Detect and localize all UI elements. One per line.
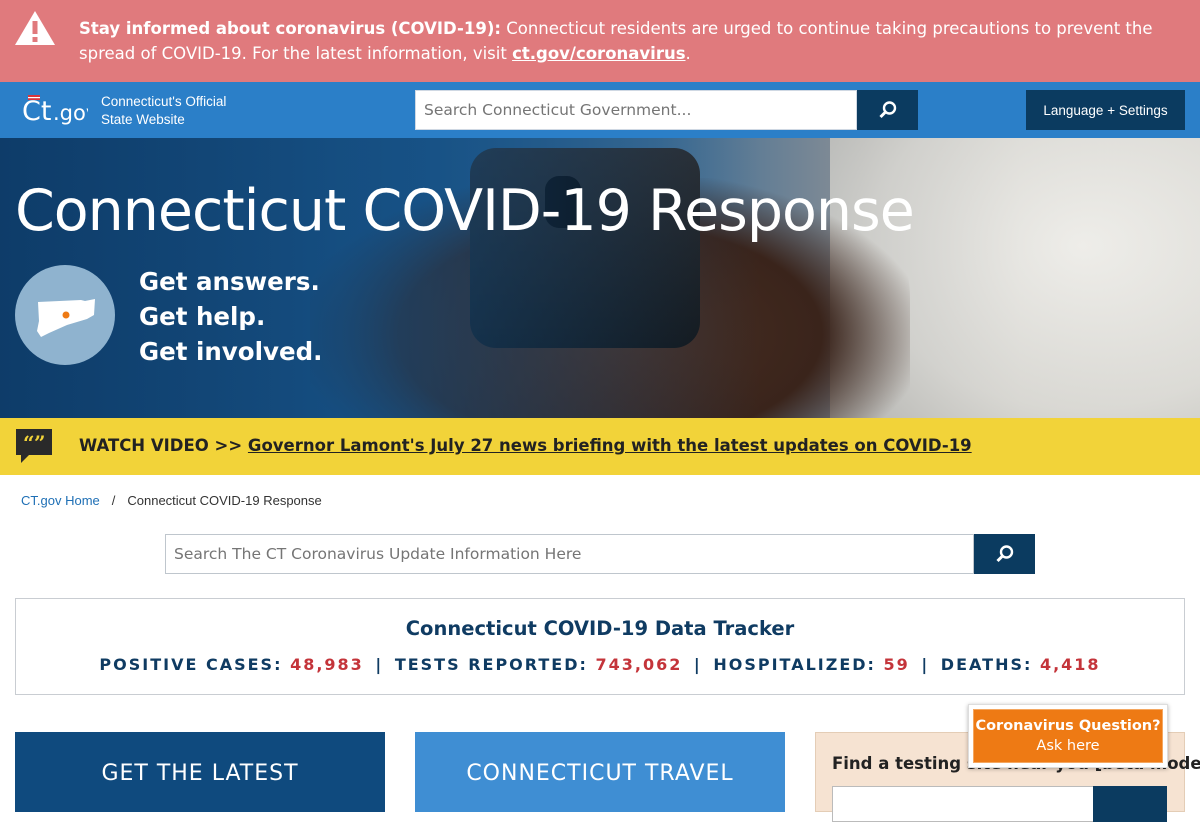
search-icon — [995, 545, 1013, 563]
ct-gov-logo[interactable]: Ct .gov — [22, 90, 88, 130]
stat-label: HOSPITALIZED: — [713, 655, 876, 674]
hero-title: Connecticut COVID-19 Response — [15, 178, 915, 244]
alert-message: Stay informed about coronavirus (COVID-1… — [79, 19, 1153, 63]
coronavirus-question-widget[interactable]: Coronavirus Question? Ask here — [968, 704, 1168, 768]
svg-text:“: “ — [23, 431, 35, 455]
breadcrumb-home-link[interactable]: CT.gov Home — [21, 493, 100, 508]
breadcrumb: CT.gov Home / Connecticut COVID-19 Respons… — [21, 493, 322, 508]
hero-taglines: Get answers. Get help. Get involved. — [139, 267, 323, 366]
stat-label: TESTS REPORTED: — [394, 655, 588, 674]
covid-alert-banner: Stay informed about coronavirus (COVID-1… — [0, 0, 1200, 82]
hero-banner: Connecticut COVID-19 Response Get answer… — [0, 138, 1200, 418]
get-the-latest-card[interactable]: GET THE LATEST — [15, 732, 385, 812]
warning-icon — [15, 11, 55, 45]
alert-link[interactable]: ct.gov/coronavirus — [512, 44, 685, 63]
svg-text:Ct: Ct — [22, 96, 51, 127]
tracker-title: Connecticut COVID-19 Data Tracker — [405, 617, 795, 640]
language-settings-button[interactable]: Language + Settings — [1026, 90, 1185, 130]
data-tracker: Connecticut COVID-19 Data Tracker POSITI… — [15, 598, 1185, 695]
connecticut-map-icon — [15, 265, 115, 365]
stat-deaths: 4,418 — [1039, 655, 1101, 674]
coronavirus-search-button[interactable] — [974, 534, 1035, 574]
site-header: Ct .gov Connecticut's Official State Web… — [0, 82, 1200, 138]
header-search-button[interactable] — [857, 90, 918, 130]
site-title: Connecticut's Official State Website — [101, 94, 227, 127]
stat-positive-cases: 48,983 — [290, 655, 364, 674]
breadcrumb-current: Connecticut COVID-19 Response — [127, 493, 322, 508]
video-briefing-link[interactable]: Governor Lamont's July 27 news briefing … — [248, 436, 972, 455]
coronavirus-search-input[interactable] — [165, 534, 974, 574]
watch-video-text: WATCH VIDEO >> Governor Lamont's July 27… — [79, 436, 972, 455]
search-icon — [878, 101, 896, 119]
testing-site-button[interactable] — [1093, 786, 1167, 822]
svg-text:”: ” — [34, 431, 46, 455]
connecticut-travel-card[interactable]: CONNECTICUT TRAVEL — [415, 732, 785, 812]
testing-site-input[interactable] — [832, 786, 1094, 822]
stat-hospitalized: 59 — [883, 655, 910, 674]
svg-text:.gov: .gov — [53, 101, 88, 125]
stat-label: POSITIVE CASES: — [99, 655, 283, 674]
stat-tests-reported: 743,062 — [595, 655, 683, 674]
watch-video-bar: “ ” WATCH VIDEO >> Governor Lamont's Jul… — [0, 418, 1200, 475]
header-search-input[interactable] — [415, 90, 857, 130]
tracker-stats: POSITIVE CASES: 48,983 | TESTS REPORTED:… — [99, 655, 1101, 674]
alert-heading: Stay informed about coronavirus (COVID-1… — [79, 19, 501, 38]
stat-label: DEATHS: — [940, 655, 1033, 674]
ask-here-button[interactable]: Coronavirus Question? Ask here — [973, 709, 1163, 763]
quote-icon: “ ” — [16, 429, 52, 463]
